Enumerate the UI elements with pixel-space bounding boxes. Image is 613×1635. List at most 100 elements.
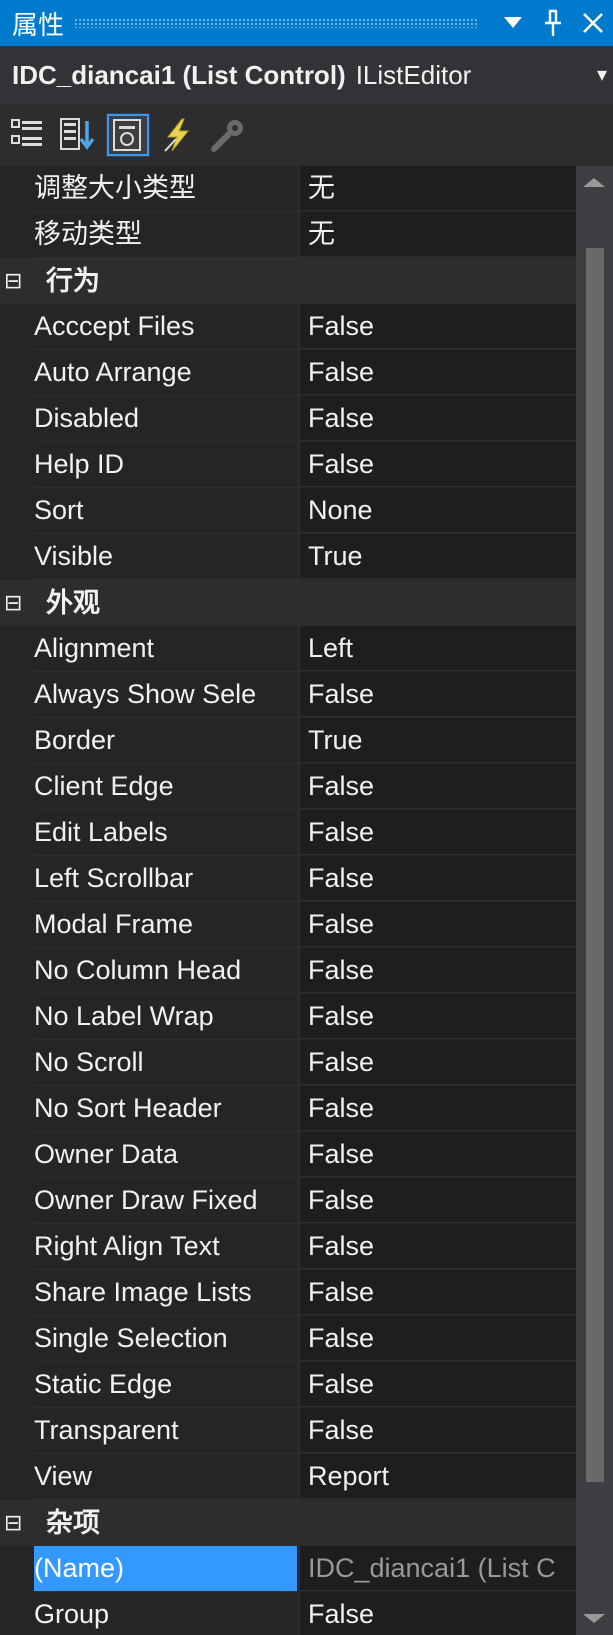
object-name: IDC_diancai1 (List Control) <box>12 59 346 90</box>
property-value[interactable]: False <box>300 948 576 993</box>
property-name: Always Show Sele <box>34 672 297 718</box>
close-button[interactable] <box>573 0 613 46</box>
property-value[interactable]: False <box>300 1224 576 1269</box>
property-row[interactable]: Left Scrollbar False <box>0 856 576 902</box>
property-name: Left Scrollbar <box>34 856 297 902</box>
property-value[interactable]: False <box>300 994 576 1039</box>
property-row[interactable]: Static Edge False <box>0 1362 576 1408</box>
property-value[interactable]: False <box>300 764 576 809</box>
property-row[interactable]: Acccept Files False <box>0 304 576 350</box>
property-row[interactable]: Owner Draw Fixed False <box>0 1178 576 1224</box>
property-name: Client Edge <box>34 764 297 810</box>
property-name: View <box>34 1454 297 1500</box>
window-options-button[interactable] <box>493 0 533 46</box>
collapse-icon[interactable]: ⊟ <box>4 580 22 626</box>
property-value[interactable]: 无 <box>300 166 576 211</box>
property-row[interactable]: Transparent False <box>0 1408 576 1454</box>
property-value[interactable]: False <box>300 1132 576 1177</box>
property-name: No Sort Header <box>34 1086 297 1132</box>
property-row[interactable]: Group False <box>0 1592 576 1635</box>
scroll-down-icon[interactable] <box>583 1614 605 1623</box>
property-name: Edit Labels <box>34 810 297 856</box>
property-value[interactable]: False <box>300 350 576 395</box>
panel-title-bar: 属性 <box>0 0 613 46</box>
collapse-icon[interactable]: ⊟ <box>4 1500 22 1546</box>
category-name: 行为 <box>46 266 100 296</box>
property-name: Modal Frame <box>34 902 297 948</box>
property-name: No Scroll <box>34 1040 297 1086</box>
property-value[interactable]: False <box>300 1270 576 1315</box>
events-button[interactable] <box>156 113 200 157</box>
property-row[interactable]: Help ID False <box>0 442 576 488</box>
property-row[interactable]: Auto Arrange False <box>0 350 576 396</box>
title-bar-grip[interactable] <box>74 18 479 28</box>
property-row[interactable]: Client Edge False <box>0 764 576 810</box>
property-row[interactable]: Border True <box>0 718 576 764</box>
property-row[interactable]: Owner Data False <box>0 1132 576 1178</box>
property-value[interactable]: False <box>300 810 576 855</box>
property-row[interactable]: Always Show Sele False <box>0 672 576 718</box>
property-value[interactable]: False <box>300 1592 576 1635</box>
alphabetical-button[interactable] <box>56 113 100 157</box>
property-name: Visible <box>34 534 297 580</box>
property-value[interactable]: False <box>300 1316 576 1361</box>
property-value[interactable]: False <box>300 1040 576 1085</box>
property-value[interactable]: Report <box>300 1454 576 1499</box>
property-value[interactable]: False <box>300 1408 576 1453</box>
property-row[interactable]: No Column Head False <box>0 948 576 994</box>
property-name: Auto Arrange <box>34 350 297 396</box>
categorized-button[interactable] <box>6 113 50 157</box>
properties-icon <box>113 119 141 151</box>
property-row[interactable]: View Report <box>0 1454 576 1500</box>
property-value[interactable]: IDC_diancai1 (List C <box>300 1546 576 1591</box>
properties-toolbar <box>0 104 613 166</box>
category-appearance[interactable]: ⊟ 外观 <box>0 580 576 626</box>
properties-button[interactable] <box>106 113 150 157</box>
category-misc[interactable]: ⊟ 杂项 <box>0 1500 576 1546</box>
vertical-scrollbar[interactable] <box>576 166 613 1635</box>
property-value[interactable]: False <box>300 672 576 717</box>
property-row[interactable]: Modal Frame False <box>0 902 576 948</box>
property-row[interactable]: Disabled False <box>0 396 576 442</box>
property-value[interactable]: False <box>300 304 576 349</box>
property-row[interactable]: Sort None <box>0 488 576 534</box>
property-row[interactable]: Share Image Lists False <box>0 1270 576 1316</box>
property-name: No Column Head <box>34 948 297 994</box>
property-value[interactable]: False <box>300 1086 576 1131</box>
property-row[interactable]: Visible True <box>0 534 576 580</box>
object-type: IListEditor <box>355 59 472 90</box>
property-row[interactable]: Right Align Text False <box>0 1224 576 1270</box>
object-selector[interactable]: IDC_diancai1 (List Control) IListEditor … <box>0 46 613 104</box>
property-value[interactable]: False <box>300 396 576 441</box>
property-row-selected[interactable]: (Name) IDC_diancai1 (List C <box>0 1546 576 1592</box>
property-row[interactable]: Single Selection False <box>0 1316 576 1362</box>
property-row[interactable]: No Scroll False <box>0 1040 576 1086</box>
category-name: 外观 <box>46 588 100 618</box>
property-row[interactable]: 调整大小类型 无 <box>0 166 576 212</box>
property-row[interactable]: Edit Labels False <box>0 810 576 856</box>
chevron-down-icon[interactable]: ▾ <box>597 62 607 87</box>
collapse-icon[interactable]: ⊟ <box>4 258 22 304</box>
property-value[interactable]: True <box>300 718 576 763</box>
property-value[interactable]: Left <box>300 626 576 671</box>
property-value[interactable]: False <box>300 1178 576 1223</box>
property-row[interactable]: No Label Wrap False <box>0 994 576 1040</box>
property-name: Sort <box>34 488 297 534</box>
property-name: Transparent <box>34 1408 297 1454</box>
property-row[interactable]: Alignment Left <box>0 626 576 672</box>
property-value[interactable]: 无 <box>300 212 576 257</box>
property-value[interactable]: False <box>300 442 576 487</box>
scrollbar-thumb[interactable] <box>586 248 604 1482</box>
property-value[interactable]: None <box>300 488 576 533</box>
property-value[interactable]: False <box>300 902 576 947</box>
property-value[interactable]: True <box>300 534 576 579</box>
chevron-down-icon <box>504 17 522 28</box>
category-behavior[interactable]: ⊟ 行为 <box>0 258 576 304</box>
scroll-up-icon[interactable] <box>583 178 605 187</box>
pin-button[interactable] <box>533 0 573 46</box>
property-row[interactable]: No Sort Header False <box>0 1086 576 1132</box>
property-value[interactable]: False <box>300 1362 576 1407</box>
property-value[interactable]: False <box>300 856 576 901</box>
property-row[interactable]: 移动类型 无 <box>0 212 576 258</box>
property-pages-button[interactable] <box>206 113 250 157</box>
